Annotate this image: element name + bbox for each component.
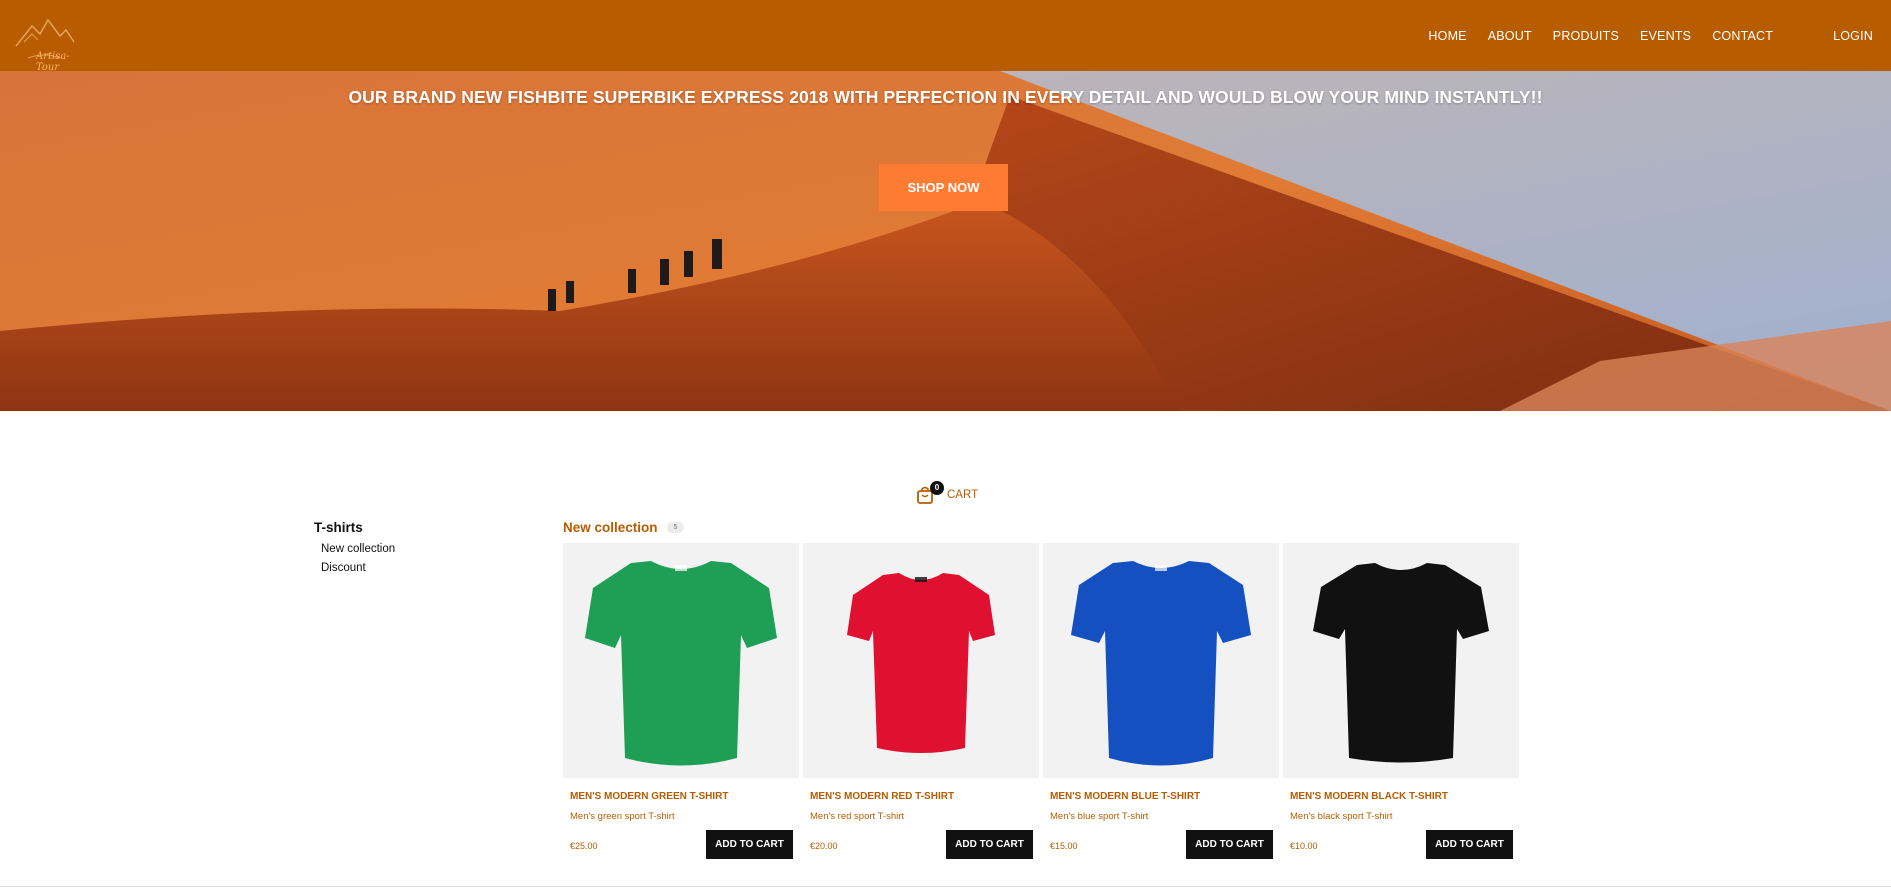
- category-item-new-collection[interactable]: New collection: [321, 543, 395, 555]
- tshirt-icon: [847, 573, 995, 753]
- add-to-cart-button[interactable]: ADD TO CART: [1426, 830, 1513, 859]
- cart-count-badge: 0: [930, 481, 944, 495]
- nav-login[interactable]: LOGIN: [1833, 29, 1873, 43]
- main-nav: HOME ABOUT PRODUITS EVENTS CONTACT LOGIN: [1407, 0, 1873, 71]
- add-to-cart-button[interactable]: ADD TO CART: [1186, 830, 1273, 859]
- product-price: €25.00: [570, 841, 598, 851]
- product-description: Men's red sport T-shirt: [810, 811, 905, 822]
- tshirt-icon: [1313, 563, 1489, 763]
- product-name[interactable]: MEN'S MODERN BLUE T-SHIRT: [1050, 791, 1279, 802]
- footer-divider: [0, 886, 1891, 887]
- product-price: €15.00: [1050, 841, 1078, 851]
- product-description: Men's green sport T-shirt: [570, 811, 675, 822]
- cart-label: CART: [947, 489, 979, 501]
- product-description: Men's black sport T-shirt: [1290, 811, 1393, 822]
- product-image[interactable]: [803, 543, 1039, 778]
- product-image[interactable]: [563, 543, 799, 778]
- product-card: MEN'S MODERN BLUE T-SHIRT Men's blue spo…: [1043, 543, 1279, 860]
- product-description: Men's blue sport T-shirt: [1050, 811, 1149, 822]
- product-card: MEN'S MODERN BLACK T-SHIRT Men's black s…: [1283, 543, 1519, 860]
- nav-contact[interactable]: CONTACT: [1712, 29, 1773, 43]
- product-grid: MEN'S MODERN GREEN T-SHIRT Men's green s…: [563, 543, 1523, 860]
- product-name[interactable]: MEN'S MODERN GREEN T-SHIRT: [570, 791, 799, 802]
- product-card: MEN'S MODERN RED T-SHIRT Men's red sport…: [803, 543, 1039, 860]
- cart-link[interactable]: 0 CART: [916, 481, 979, 505]
- product-name[interactable]: MEN'S MODERN BLACK T-SHIRT: [1290, 791, 1519, 802]
- collection-header: New collection 5: [563, 520, 685, 535]
- tshirt-icon: [585, 561, 777, 766]
- site-header: Artisa-Tour HOME ABOUT PRODUITS EVENTS C…: [0, 0, 1891, 73]
- product-image[interactable]: [1043, 543, 1279, 778]
- nav-produits[interactable]: PRODUITS: [1553, 29, 1619, 43]
- nav-events[interactable]: EVENTS: [1640, 29, 1691, 43]
- logo-text: Artisa-Tour: [36, 51, 70, 73]
- hero-banner: OUR BRAND NEW FISHBITE SUPERBIKE EXPRESS…: [0, 71, 1891, 411]
- category-sidebar: T-shirts New collection Discount: [314, 520, 395, 581]
- collection-title: New collection: [563, 520, 658, 535]
- product-price: €20.00: [810, 841, 838, 851]
- collection-count-badge: 5: [666, 522, 685, 533]
- product-card: MEN'S MODERN GREEN T-SHIRT Men's green s…: [563, 543, 799, 860]
- product-image[interactable]: [1283, 543, 1519, 778]
- product-name[interactable]: MEN'S MODERN RED T-SHIRT: [810, 791, 1039, 802]
- category-title[interactable]: T-shirts: [314, 520, 395, 535]
- nav-home[interactable]: HOME: [1428, 29, 1466, 43]
- shop-now-button[interactable]: SHOP NOW: [879, 164, 1008, 211]
- desert-dune-image: [0, 71, 1891, 411]
- add-to-cart-button[interactable]: ADD TO CART: [706, 830, 793, 859]
- hero-title: OUR BRAND NEW FISHBITE SUPERBIKE EXPRESS…: [348, 87, 1543, 107]
- shopping-bag-icon: 0: [916, 481, 944, 505]
- product-price: €10.00: [1290, 841, 1318, 851]
- logo[interactable]: Artisa-Tour: [14, 12, 76, 73]
- category-item-discount[interactable]: Discount: [321, 562, 395, 574]
- add-to-cart-button[interactable]: ADD TO CART: [946, 830, 1033, 859]
- tshirt-icon: [1071, 561, 1251, 766]
- nav-about[interactable]: ABOUT: [1488, 29, 1532, 43]
